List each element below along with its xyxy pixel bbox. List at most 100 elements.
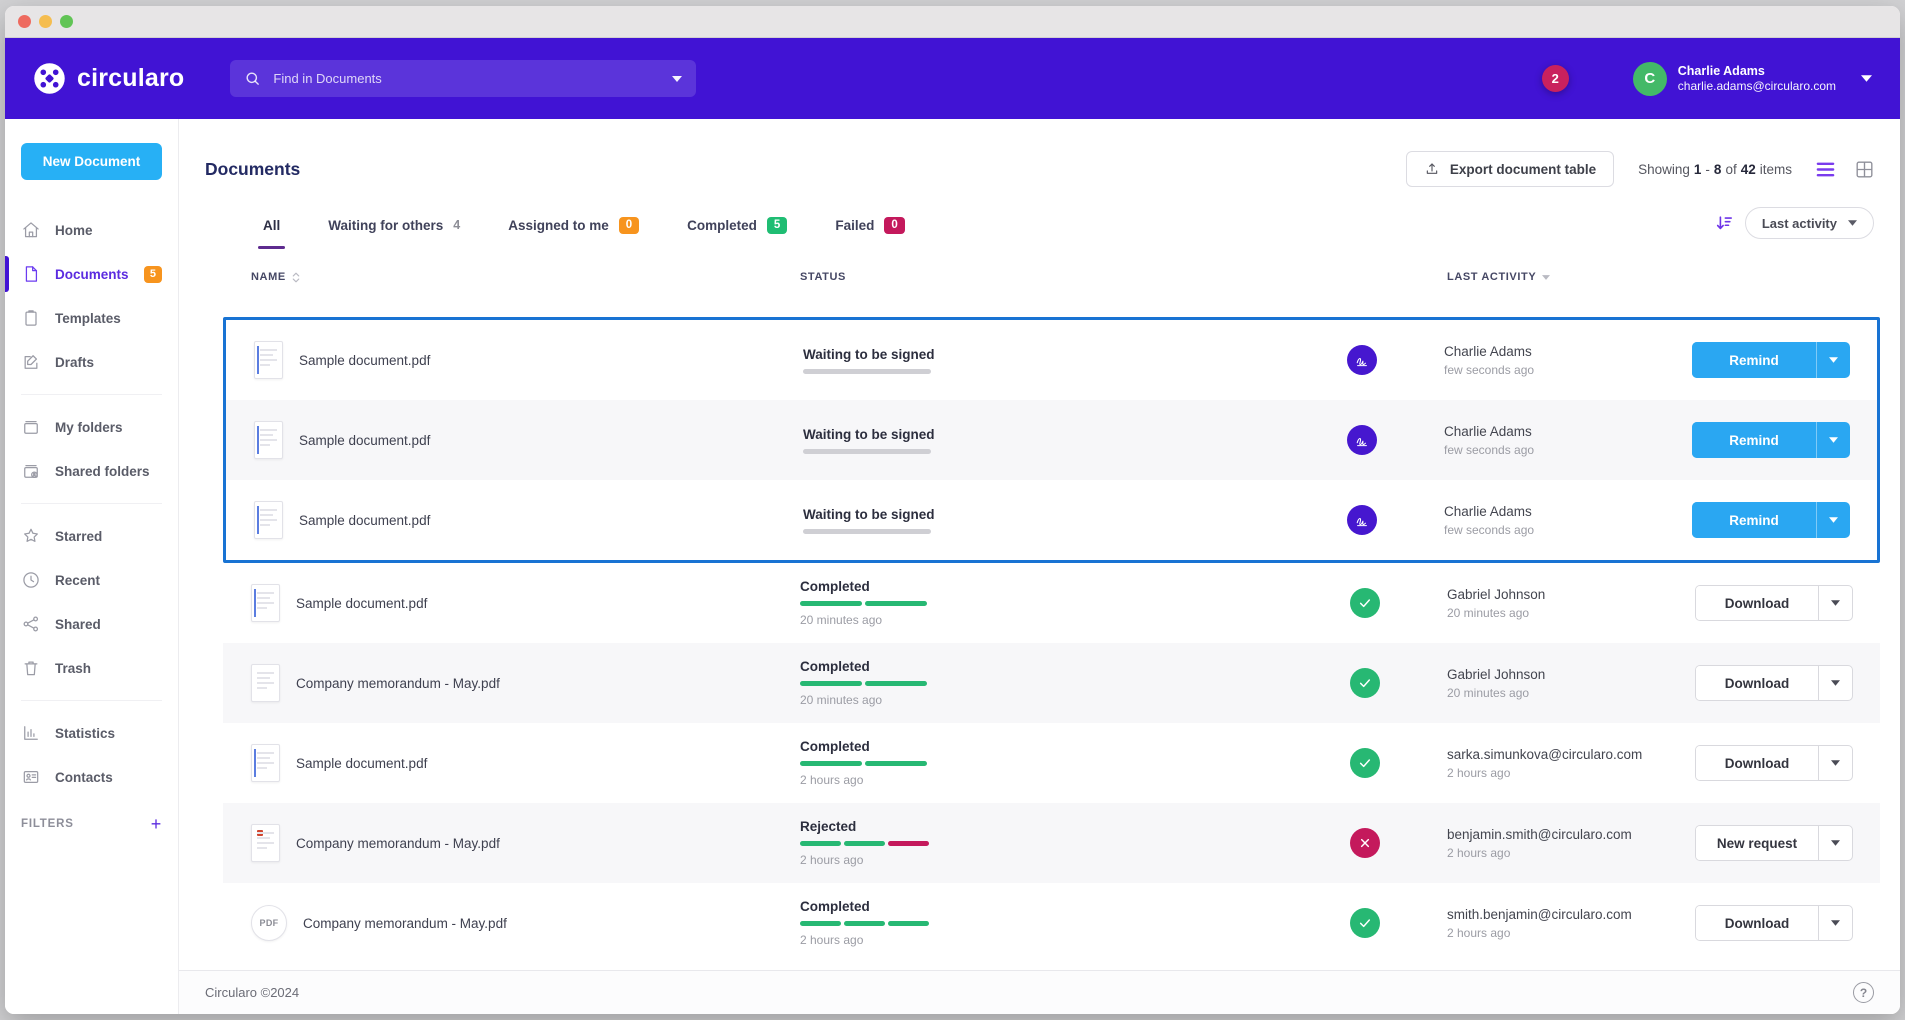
progress-segment-green bbox=[800, 601, 862, 606]
status-label: Completed bbox=[800, 579, 1156, 594]
action-dropdown-toggle[interactable] bbox=[1818, 826, 1852, 860]
actor-name: Charlie Adams bbox=[1444, 424, 1692, 439]
table-row[interactable]: Sample document.pdfCompleted20 minutes a… bbox=[223, 563, 1880, 643]
state-cell bbox=[1332, 345, 1392, 375]
user-menu[interactable]: C Charlie Adams charlie.adams@circularo.… bbox=[1633, 62, 1872, 96]
actor-name: Gabriel Johnson bbox=[1447, 667, 1695, 682]
sidebar-item-contacts[interactable]: Contacts bbox=[21, 755, 162, 799]
table-row[interactable]: Company memorandum - May.pdfCompleted20 … bbox=[223, 643, 1880, 723]
table-row[interactable]: Company memorandum - May.pdfRejected2 ho… bbox=[223, 803, 1880, 883]
page-footer: Circularo ©2024 ? bbox=[179, 970, 1900, 1014]
folder-icon bbox=[21, 417, 41, 437]
sidebar-item-recent[interactable]: Recent bbox=[21, 558, 162, 602]
add-filter-button[interactable]: + bbox=[151, 815, 162, 833]
signature-icon bbox=[1347, 505, 1377, 535]
sidebar-item-templates[interactable]: Templates bbox=[21, 296, 162, 340]
search-input[interactable] bbox=[273, 71, 660, 86]
download-button[interactable]: Download bbox=[1696, 666, 1818, 700]
tab-waiting-for-others[interactable]: Waiting for others4 bbox=[328, 217, 460, 250]
contact-card-icon bbox=[21, 767, 41, 787]
zoom-window-button[interactable] bbox=[60, 15, 73, 28]
export-document-table-button[interactable]: Export document table bbox=[1406, 151, 1614, 187]
sidebar-item-home[interactable]: Home bbox=[21, 208, 162, 252]
document-thumbnail bbox=[251, 584, 280, 622]
progress-bar bbox=[803, 369, 1159, 374]
sort-by-dropdown[interactable]: Last activity bbox=[1745, 207, 1874, 239]
table-row[interactable]: Sample document.pdfWaiting to be signedC… bbox=[226, 480, 1877, 560]
sidebar-item-starred[interactable]: Starred bbox=[21, 514, 162, 558]
column-header-last-activity[interactable]: LAST ACTIVITY bbox=[1395, 271, 1695, 283]
download-button[interactable]: Download bbox=[1696, 906, 1818, 940]
search-scope-chevron-icon[interactable] bbox=[672, 76, 682, 82]
action-dropdown-toggle[interactable] bbox=[1818, 906, 1852, 940]
sidebar-item-my-folders[interactable]: My folders bbox=[21, 405, 162, 449]
help-icon[interactable]: ? bbox=[1853, 982, 1874, 1003]
last-activity-cell: benjamin.smith@circularo.com2 hours ago bbox=[1395, 827, 1695, 860]
thumbnail-line bbox=[257, 832, 274, 834]
notification-badge[interactable]: 2 bbox=[1542, 65, 1569, 92]
action-dropdown-toggle[interactable] bbox=[1816, 342, 1850, 378]
close-window-button[interactable] bbox=[18, 15, 31, 28]
table-row[interactable]: Sample document.pdfCompleted2 hours agos… bbox=[223, 723, 1880, 803]
brand[interactable]: circularo bbox=[33, 62, 184, 95]
download-button[interactable]: Download bbox=[1696, 586, 1818, 620]
action-split-button: Download bbox=[1695, 585, 1853, 621]
action-dropdown-toggle[interactable] bbox=[1816, 422, 1850, 458]
table-row[interactable]: Sample document.pdfWaiting to be signedC… bbox=[226, 320, 1877, 400]
sidebar-item-shared-folders[interactable]: Shared folders bbox=[21, 449, 162, 493]
progress-segment-green bbox=[844, 921, 885, 926]
minimize-window-button[interactable] bbox=[39, 15, 52, 28]
new-request-button[interactable]: New request bbox=[1696, 826, 1818, 860]
sidebar-item-statistics[interactable]: Statistics bbox=[21, 711, 162, 755]
tab-completed[interactable]: Completed5 bbox=[687, 217, 787, 250]
action-dropdown-toggle[interactable] bbox=[1816, 502, 1850, 538]
sort-direction-icon[interactable] bbox=[1715, 214, 1733, 232]
actor-name: Charlie Adams bbox=[1444, 344, 1692, 359]
grid-view-toggle-icon[interactable] bbox=[1855, 161, 1874, 178]
last-activity-cell: Charlie Adams few seconds ago bbox=[1392, 424, 1692, 457]
action-cell: Download bbox=[1695, 905, 1871, 941]
document-name: Sample document.pdf bbox=[299, 433, 430, 448]
activity-time: few seconds ago bbox=[1444, 443, 1692, 457]
table-row[interactable]: Sample document.pdfWaiting to be signedC… bbox=[226, 400, 1877, 480]
status-time: 2 hours ago bbox=[800, 853, 1156, 867]
document-thumbnail bbox=[251, 824, 280, 862]
sidebar-item-trash[interactable]: Trash bbox=[21, 646, 162, 690]
status-cell: Completed2 hours ago bbox=[800, 899, 1156, 947]
tab-label: Completed bbox=[687, 218, 757, 233]
document-icon bbox=[21, 264, 41, 284]
action-dropdown-toggle[interactable] bbox=[1818, 666, 1852, 700]
remind-button[interactable]: Remind bbox=[1692, 422, 1816, 458]
new-document-button[interactable]: New Document bbox=[21, 143, 162, 180]
sidebar-item-shared[interactable]: Shared bbox=[21, 602, 162, 646]
table-row[interactable]: PDFCompany memorandum - May.pdfCompleted… bbox=[223, 883, 1880, 963]
tab-failed[interactable]: Failed0 bbox=[835, 217, 904, 250]
thumbnail-line bbox=[257, 752, 274, 754]
status-cell: Waiting to be signed bbox=[803, 507, 1159, 534]
tab-assigned-to-me[interactable]: Assigned to me0 bbox=[508, 217, 639, 250]
document-name-cell: PDFCompany memorandum - May.pdf bbox=[223, 905, 800, 941]
action-cell: New request bbox=[1695, 825, 1871, 861]
actor-name: Charlie Adams bbox=[1444, 504, 1692, 519]
thumbnail-line bbox=[257, 837, 270, 839]
last-activity-cell: Gabriel Johnson20 minutes ago bbox=[1395, 587, 1695, 620]
download-button[interactable]: Download bbox=[1696, 746, 1818, 780]
sidebar-item-documents[interactable]: Documents5 bbox=[21, 252, 162, 296]
last-activity-cell: Charlie Adamsfew seconds ago bbox=[1392, 504, 1692, 537]
remind-button[interactable]: Remind bbox=[1692, 342, 1816, 378]
action-dropdown-toggle[interactable] bbox=[1818, 586, 1852, 620]
header-right: 2 C Charlie Adams charlie.adams@circular… bbox=[1542, 62, 1872, 96]
status-label: Completed bbox=[800, 739, 1156, 754]
sidebar-divider bbox=[21, 394, 162, 395]
remind-button[interactable]: Remind bbox=[1692, 502, 1816, 538]
brand-name: circularo bbox=[77, 64, 184, 93]
tab-all[interactable]: All bbox=[263, 217, 280, 250]
list-view-toggle-icon[interactable] bbox=[1816, 161, 1835, 178]
progress-segment-green bbox=[865, 761, 927, 766]
column-header-status[interactable]: STATUS bbox=[800, 271, 1156, 283]
column-header-name[interactable]: NAME bbox=[223, 271, 800, 283]
clock-icon bbox=[21, 570, 41, 590]
action-dropdown-toggle[interactable] bbox=[1818, 746, 1852, 780]
sidebar-item-drafts[interactable]: Drafts bbox=[21, 340, 162, 384]
documents-table: NAME STATUS LAST ACTIVITY Sample documen… bbox=[223, 253, 1880, 963]
